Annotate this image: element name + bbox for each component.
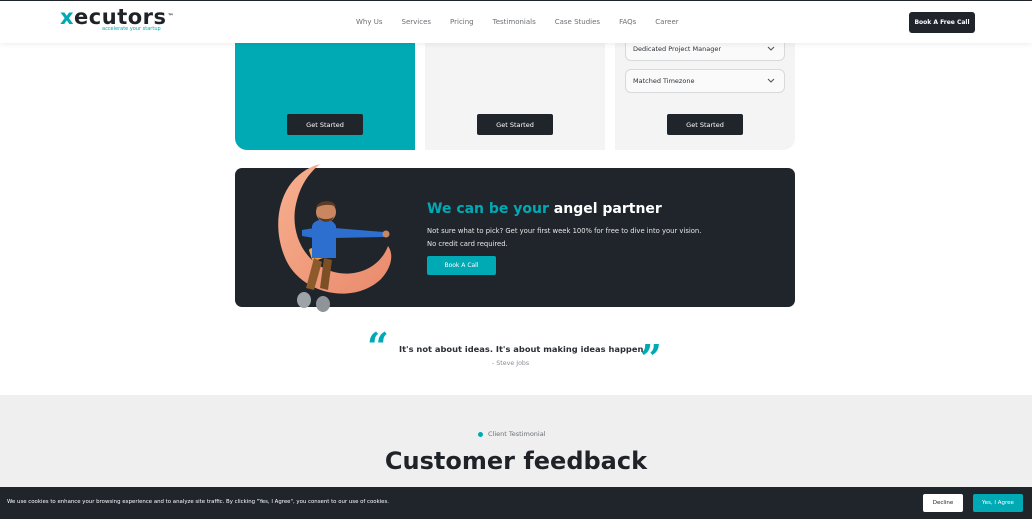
cookie-text: We use cookies to enhance your browsing … xyxy=(7,499,390,505)
nav-case-studies[interactable]: Case Studies xyxy=(555,18,600,26)
quote-open-icon: “ xyxy=(367,324,389,369)
site-header: xecutors™ accelerate your startup Why Us… xyxy=(0,0,1032,43)
logo-trademark: ™ xyxy=(167,13,175,20)
nav-services[interactable]: Services xyxy=(402,18,432,26)
logo-wordmark: xecutors™ xyxy=(60,5,175,29)
pricing-card-1: Get Started xyxy=(235,30,415,150)
quote-text: It's not about ideas. It's about making … xyxy=(399,344,647,354)
chevron-down-icon xyxy=(767,46,775,51)
book-a-call-button[interactable]: Book A Call xyxy=(427,256,496,275)
section-label-text: Client Testimonial xyxy=(488,430,546,438)
banner-title-rest: angel partner xyxy=(553,201,662,217)
get-started-button-3[interactable]: Get Started xyxy=(667,114,743,135)
dropdown-matched-timezone[interactable]: Matched Timezone xyxy=(625,69,785,93)
book-free-call-button[interactable]: Book A Free Call xyxy=(909,12,975,33)
section-title: Customer feedback xyxy=(384,447,648,475)
quote-author: - Steve Jobs xyxy=(492,360,530,367)
dropdown-label: Matched Timezone xyxy=(633,77,695,85)
nav-testimonials[interactable]: Testimonials xyxy=(493,18,536,26)
nav-faqs[interactable]: FAQs xyxy=(619,18,636,26)
get-started-button-2[interactable]: Get Started xyxy=(477,114,553,135)
cookie-banner: We use cookies to enhance your browsing … xyxy=(0,487,1032,519)
quote-close-icon: ” xyxy=(640,336,662,381)
banner-description: Not sure what to pick? Get your first we… xyxy=(427,225,757,250)
chevron-down-icon xyxy=(767,78,775,83)
nav-pricing[interactable]: Pricing xyxy=(450,18,474,26)
pricing-card-3: Dedicated Project Manager Matched Timezo… xyxy=(615,30,795,150)
section-label: Client Testimonial xyxy=(478,430,546,438)
testimonial-section: Client Testimonial Customer feedback xyxy=(0,395,1032,490)
accept-cookies-button[interactable]: Yes, I Agree xyxy=(973,494,1023,512)
logo-x-letter: x xyxy=(60,5,75,29)
get-started-button-1[interactable]: Get Started xyxy=(287,114,363,135)
nav-why-us[interactable]: Why Us xyxy=(356,18,383,26)
banner-text-line-2: No credit card required. xyxy=(427,239,508,248)
decline-button[interactable]: Decline xyxy=(923,494,963,512)
banner-text-line-1: Not sure what to pick? Get your first we… xyxy=(427,227,702,235)
dropdown-label: Dedicated Project Manager xyxy=(633,45,722,53)
nav-career[interactable]: Career xyxy=(655,18,678,26)
dot-icon xyxy=(478,431,483,437)
pricing-card-2: Get Started xyxy=(425,30,605,150)
banner-title: We can be your angel partner xyxy=(427,201,662,217)
main-nav: Why Us Services Pricing Testimonials Cas… xyxy=(356,18,679,26)
moon-character-illustration xyxy=(278,164,392,312)
banner-title-accent: We can be your xyxy=(427,201,554,217)
page: xecutors™ accelerate your startup Why Us… xyxy=(0,0,1032,519)
logo[interactable]: xecutors™ accelerate your startup xyxy=(60,5,175,33)
